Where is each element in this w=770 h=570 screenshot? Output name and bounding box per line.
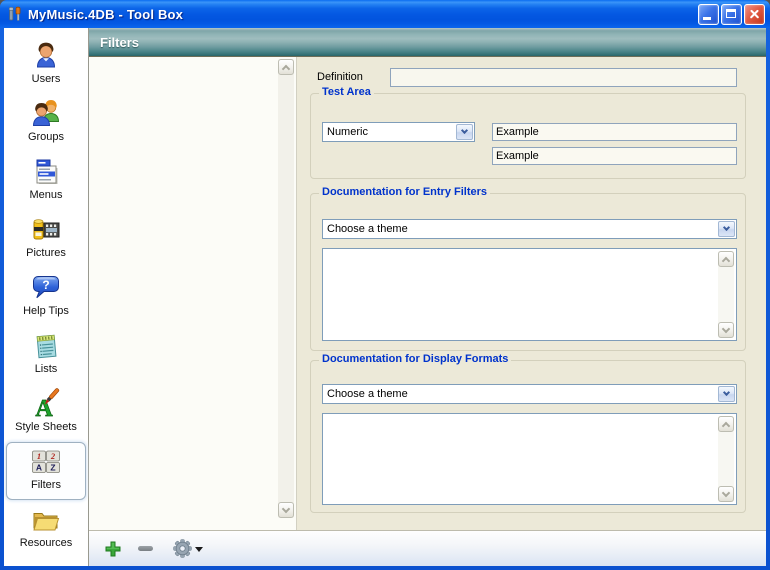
maximize-button[interactable] (721, 4, 742, 25)
display-docs-text (326, 416, 716, 502)
style-sheets-icon: A (30, 388, 62, 420)
filters-icon: 1 2 A Z (30, 446, 62, 478)
plus-icon (104, 540, 122, 558)
add-button[interactable] (102, 538, 124, 560)
example-field-2[interactable] (492, 147, 737, 165)
sidebar-item-filters[interactable]: 1 2 A Z Filters (6, 442, 86, 500)
display-docs-textarea[interactable] (322, 413, 737, 505)
svg-text:A: A (36, 463, 42, 473)
chevron-down-icon (722, 325, 730, 333)
svg-text:?: ? (42, 278, 49, 292)
display-docs-groupbox: Documentation for Display Formats Choose… (310, 360, 746, 513)
app-tools-icon (7, 6, 23, 22)
lists-icon (30, 330, 62, 362)
maximize-icon (726, 9, 736, 18)
display-theme-dropdown[interactable]: Choose a theme (322, 384, 737, 404)
chevron-down-icon (723, 389, 730, 396)
scroll-up-button[interactable] (718, 416, 734, 432)
sidebar-item-resources[interactable]: Resources (6, 500, 86, 558)
sidebar-item-label: Style Sheets (15, 421, 77, 433)
minimize-icon (703, 17, 711, 20)
entry-docs-legend: Documentation for Entry Filters (319, 186, 490, 198)
gear-icon (173, 539, 192, 558)
sidebar: Users Groups (4, 28, 89, 566)
chevron-down-icon (722, 489, 730, 497)
display-theme-selected-value: Choose a theme (323, 388, 717, 400)
list-scrollbar[interactable] (278, 59, 294, 518)
chevron-up-icon (722, 257, 730, 265)
test-type-dropdown[interactable]: Numeric (322, 122, 475, 142)
dropdown-button[interactable] (718, 221, 735, 237)
svg-text:2: 2 (50, 451, 56, 461)
scroll-down-button[interactable] (278, 502, 294, 518)
minimize-button[interactable] (698, 4, 719, 25)
chevron-up-icon (282, 65, 290, 73)
sidebar-item-groups[interactable]: Groups (6, 94, 86, 152)
list-toolbar (89, 530, 766, 566)
titlebar[interactable]: MyMusic.4DB - Tool Box (0, 0, 770, 28)
sidebar-item-label: Filters (31, 479, 61, 491)
dropdown-button[interactable] (718, 386, 735, 402)
sidebar-item-label: Help Tips (23, 305, 69, 317)
entry-docs-textarea[interactable] (322, 248, 737, 341)
users-icon (30, 40, 62, 72)
scroll-down-button[interactable] (718, 486, 734, 502)
svg-text:1: 1 (37, 451, 41, 461)
section-title: Filters (100, 35, 139, 50)
menus-icon (30, 156, 62, 188)
toolbox-window: MyMusic.4DB - Tool Box Users (0, 0, 770, 570)
sidebar-item-lists[interactable]: Lists (6, 326, 86, 384)
definition-field[interactable] (390, 68, 737, 87)
textarea-scrollbar[interactable] (718, 251, 734, 338)
scroll-up-button[interactable] (718, 251, 734, 267)
pictures-icon (30, 214, 62, 246)
sidebar-item-pictures[interactable]: Pictures (6, 210, 86, 268)
sidebar-item-label: Resources (20, 537, 73, 549)
entry-docs-text (326, 251, 716, 338)
filter-detail-panel: Definition Test Area Numeric (297, 57, 766, 530)
svg-text:Z: Z (50, 463, 55, 473)
caret-down-icon[interactable] (195, 547, 203, 556)
help-tips-icon: ? (30, 272, 62, 304)
main-area: Users Groups (4, 28, 766, 566)
actions-button[interactable] (171, 538, 193, 560)
scroll-down-button[interactable] (718, 322, 734, 338)
sidebar-item-menus[interactable]: Menus (6, 152, 86, 210)
entry-docs-groupbox: Documentation for Entry Filters Choose a… (310, 193, 746, 351)
chevron-down-icon (461, 127, 468, 134)
content-body: Definition Test Area Numeric (89, 57, 766, 530)
filters-list[interactable] (89, 57, 297, 530)
window-controls (698, 4, 765, 25)
display-docs-legend: Documentation for Display Formats (319, 353, 511, 365)
sidebar-item-label: Pictures (26, 247, 66, 259)
dropdown-button[interactable] (456, 124, 473, 140)
chevron-down-icon (282, 505, 290, 513)
resources-icon (30, 504, 62, 536)
sidebar-item-style-sheets[interactable]: A Style Sheets (6, 384, 86, 442)
section-header: Filters (89, 28, 766, 57)
entry-theme-dropdown[interactable]: Choose a theme (322, 219, 737, 239)
chevron-up-icon (722, 422, 730, 430)
sidebar-item-help-tips[interactable]: ? Help Tips (6, 268, 86, 326)
chevron-down-icon (723, 224, 730, 231)
example-field-1[interactable] (492, 123, 737, 141)
sidebar-item-label: Lists (35, 363, 58, 375)
textarea-scrollbar[interactable] (718, 416, 734, 502)
close-button[interactable] (744, 4, 765, 25)
test-area-legend: Test Area (319, 86, 374, 98)
definition-label: Definition (317, 71, 363, 83)
remove-button[interactable] (134, 538, 156, 560)
minus-icon (138, 546, 153, 551)
sidebar-item-label: Users (32, 73, 61, 85)
window-title: MyMusic.4DB - Tool Box (28, 7, 698, 22)
test-type-selected-value: Numeric (323, 126, 455, 138)
sidebar-item-label: Menus (29, 189, 62, 201)
content-area: Filters Definition Test Area (89, 28, 766, 566)
test-area-groupbox: Test Area Numeric (310, 93, 746, 179)
groups-icon (30, 98, 62, 130)
sidebar-item-label: Groups (28, 131, 64, 143)
sidebar-item-users[interactable]: Users (6, 36, 86, 94)
entry-theme-selected-value: Choose a theme (323, 223, 717, 235)
scroll-up-button[interactable] (278, 59, 294, 75)
